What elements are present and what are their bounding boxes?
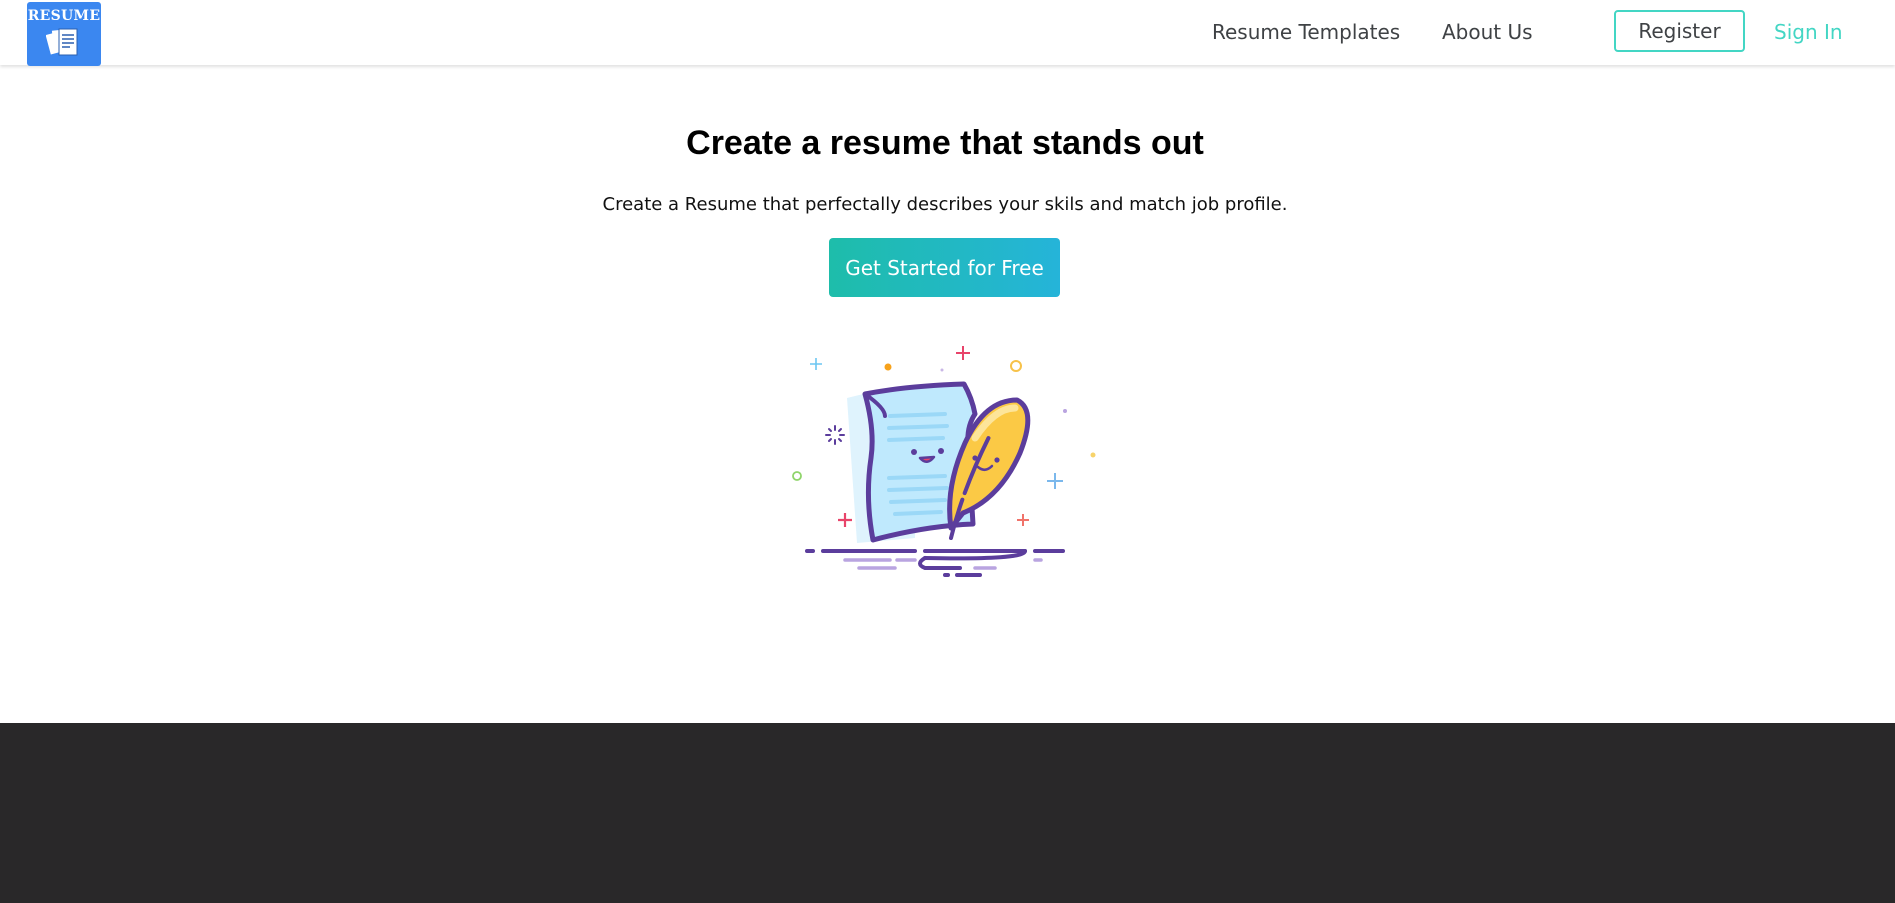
- hero-title: Create a resume that stands out: [686, 124, 1204, 162]
- sign-in-link[interactable]: Sign In: [1774, 20, 1843, 44]
- hero-subtitle: Create a Resume that perfectally describ…: [602, 194, 1288, 215]
- nav-about-us[interactable]: About Us: [1442, 20, 1533, 44]
- nav-resume-templates[interactable]: Resume Templates: [1212, 20, 1400, 44]
- get-started-button[interactable]: Get Started for Free: [829, 238, 1060, 297]
- resume-documents-icon: [46, 28, 78, 56]
- footer: [0, 723, 1895, 903]
- top-navbar: RESUME Resume Templates About Us Registe…: [0, 0, 1895, 66]
- document-and-quill-icon: [792, 346, 1096, 577]
- register-button[interactable]: Register: [1614, 10, 1745, 52]
- site-logo[interactable]: RESUME: [27, 2, 101, 66]
- logo-text: RESUME: [27, 8, 101, 24]
